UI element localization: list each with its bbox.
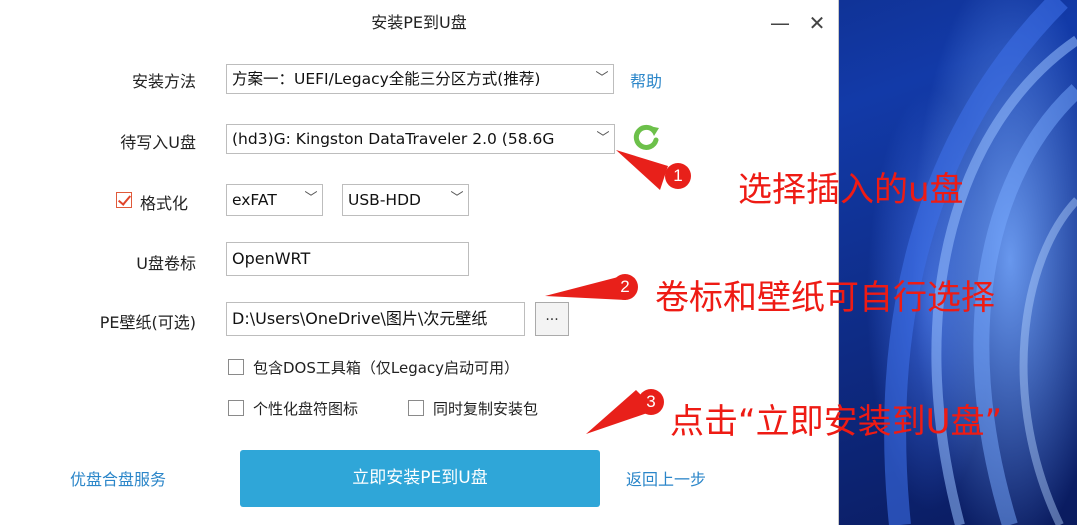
volume-label-input[interactable]: OpenWRT xyxy=(226,242,469,276)
install-method-label: 安装方法 xyxy=(131,72,196,91)
copy-installer-label: 同时复制安装包 xyxy=(433,400,539,418)
personalize-icon-checkbox[interactable] xyxy=(228,400,244,416)
install-method-value: 方案一：UEFI/Legacy全能三分区方式(推荐) xyxy=(232,70,541,88)
install-method-select[interactable]: 方案一：UEFI/Legacy全能三分区方式(推荐) ﹀ xyxy=(226,64,614,94)
filesystem-select[interactable]: exFAT ﹀ xyxy=(226,184,323,216)
chevron-down-icon: ﹀ xyxy=(592,125,614,153)
window-title: 安装PE到U盘 xyxy=(371,13,467,32)
dos-toolbox-label: 包含DOS工具箱（仅Legacy启动可用） xyxy=(253,359,520,377)
format-checkbox[interactable] xyxy=(116,192,132,208)
step-2-annotation: 卷标和壁纸可自行选择 xyxy=(655,278,995,318)
install-now-button[interactable]: 立即安装PE到U盘 xyxy=(240,450,600,507)
chevron-down-icon: ﹀ xyxy=(591,65,613,93)
personalize-icon-label: 个性化盘符图标 xyxy=(253,400,359,418)
wallpaper-path-input[interactable]: D:\Users\OneDrive\图片\次元壁纸 xyxy=(226,302,525,336)
boot-mode-select[interactable]: USB-HDD ﹀ xyxy=(342,184,469,216)
dos-toolbox-checkbox[interactable] xyxy=(228,359,244,375)
step-badge-1: 1 xyxy=(665,163,691,189)
refresh-icon[interactable] xyxy=(630,122,662,154)
target-disk-label: 待写入U盘 xyxy=(120,133,196,152)
back-link[interactable]: 返回上一步 xyxy=(626,466,706,490)
boot-mode-value: USB-HDD xyxy=(348,191,421,209)
filesystem-value: exFAT xyxy=(232,191,277,209)
copy-installer-checkbox[interactable] xyxy=(408,400,424,416)
close-button[interactable]: ✕ xyxy=(804,10,830,36)
step-badge-3: 3 xyxy=(638,389,664,415)
format-label: 格式化 xyxy=(140,194,189,213)
wallpaper-label: PE壁纸(可选) xyxy=(99,313,196,332)
step-3-annotation: 点击“立即安装到U盘” xyxy=(670,402,1003,442)
install-pe-dialog: 安装PE到U盘 — ✕ 安装方法 方案一：UEFI/Legacy全能三分区方式(… xyxy=(0,0,839,525)
minimize-button[interactable]: — xyxy=(767,10,793,36)
help-link[interactable]: 帮助 xyxy=(630,68,662,92)
chevron-down-icon: ﹀ xyxy=(446,185,468,213)
footer-service-link[interactable]: 优盘合盘服务 xyxy=(70,466,166,490)
target-disk-value: (hd3)G: Kingston DataTraveler 2.0 (58.6G xyxy=(232,130,555,148)
chevron-down-icon: ﹀ xyxy=(300,185,322,213)
step-1-annotation: 选择插入的u盘 xyxy=(738,170,964,210)
browse-button[interactable]: ... xyxy=(535,302,569,336)
step-badge-2: 2 xyxy=(612,274,638,300)
target-disk-select[interactable]: (hd3)G: Kingston DataTraveler 2.0 (58.6G… xyxy=(226,124,615,154)
volume-label-label: U盘卷标 xyxy=(136,254,196,273)
